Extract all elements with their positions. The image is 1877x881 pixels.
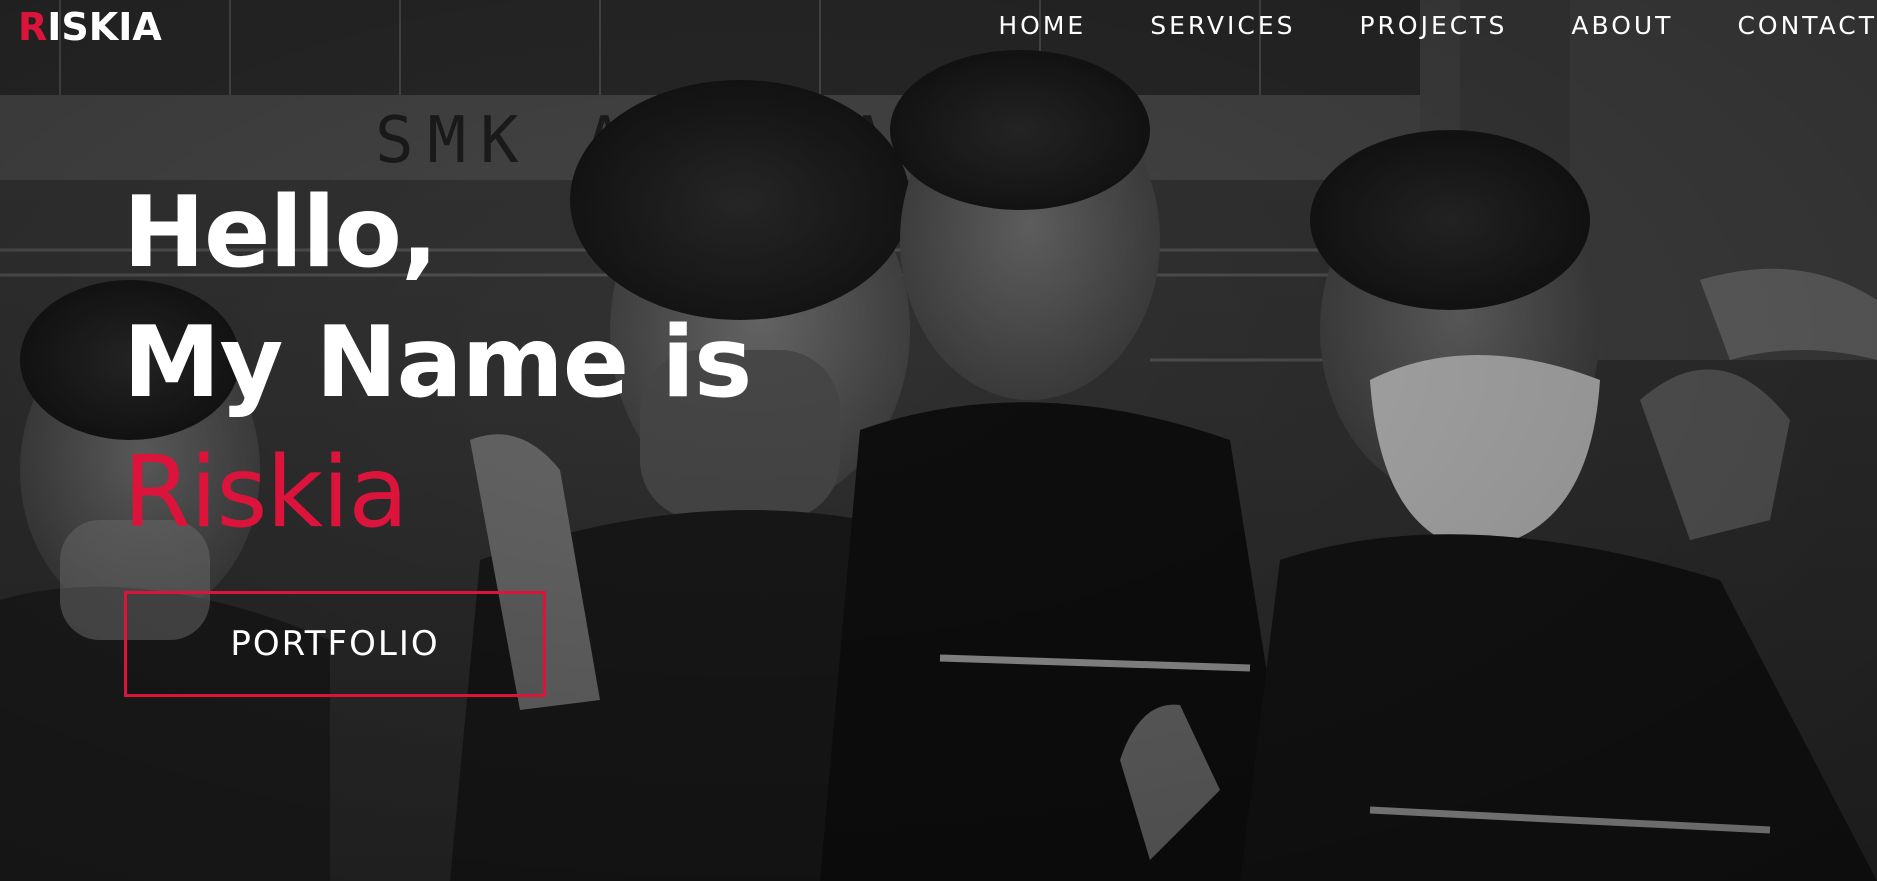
portfolio-button-label: PORTFOLIO	[230, 624, 440, 664]
hero-section: SMK AIR PAPAN RISKIA HO	[0, 0, 1877, 881]
hero-name: Riskia	[123, 436, 408, 550]
nav-services-link[interactable]: SERVICES	[1150, 8, 1295, 44]
site-logo[interactable]: RISKIA	[18, 4, 162, 50]
nav-home-link[interactable]: HOME	[998, 8, 1086, 44]
hero-intro-line: My Name is	[123, 306, 752, 420]
portfolio-button[interactable]: PORTFOLIO	[124, 591, 546, 697]
top-navbar: RISKIA HOME SERVICES PROJECTS ABOUT CONT…	[0, 0, 1877, 56]
nav-about-link[interactable]: ABOUT	[1571, 8, 1673, 44]
logo-text: ISKIA	[47, 5, 162, 49]
nav-projects-link[interactable]: PROJECTS	[1359, 8, 1507, 44]
hero-headline: Hello, My Name is Riskia	[123, 168, 752, 558]
hero-greeting-line: Hello,	[123, 176, 438, 290]
nav-links: HOME SERVICES PROJECTS ABOUT CONTACT	[934, 8, 1877, 44]
logo-accent-letter: R	[18, 5, 48, 49]
nav-contact-link[interactable]: CONTACT	[1737, 8, 1877, 44]
